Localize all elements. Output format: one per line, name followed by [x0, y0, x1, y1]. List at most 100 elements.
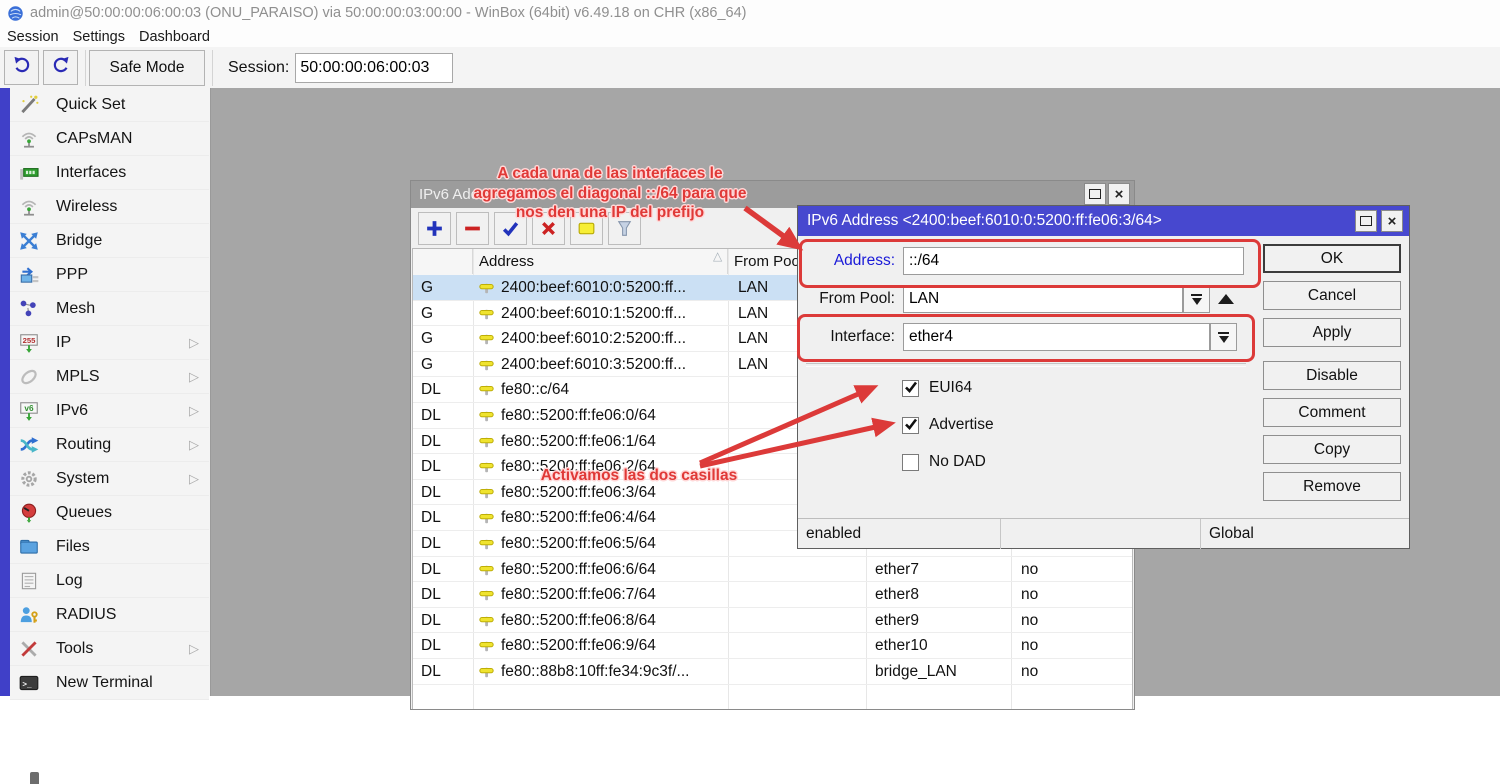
sidebar-item-capsman[interactable]: CAPsMAN	[10, 122, 209, 156]
interface-dropdown-button[interactable]	[1210, 323, 1237, 351]
dialog-maximize-button[interactable]	[1355, 210, 1377, 232]
bridge-icon	[18, 230, 40, 252]
address-cell: 2400:beef:6010:0:5200:ff...	[501, 275, 729, 300]
copy-button[interactable]: Copy	[1263, 435, 1401, 464]
address-cell: fe80::5200:ff:fe06:6/64	[501, 557, 729, 582]
sidebar-item-new-terminal[interactable]: >_New Terminal	[10, 666, 209, 700]
table-row[interactable]: DLfe80::5200:ff:fe06:9/64ether10no	[413, 633, 1132, 659]
advertise-cell: no	[1021, 633, 1129, 658]
sidebar-item-quick-set[interactable]: Quick Set	[10, 88, 209, 122]
sidebar-item-label: Mesh	[56, 300, 95, 318]
sidebar-item-wireless[interactable]: Wireless	[10, 190, 209, 224]
mpls-icon	[18, 366, 40, 388]
dialog-close-button[interactable]: ×	[1381, 210, 1403, 232]
status-enabled: enabled	[798, 519, 1001, 549]
column-header-flags[interactable]	[413, 249, 473, 274]
flags-cell: DL	[421, 531, 471, 556]
flags-cell: DL	[421, 608, 471, 633]
sidebar-item-log[interactable]: Log	[10, 564, 209, 598]
from-pool-field-input[interactable]	[903, 285, 1183, 313]
safe-mode-button[interactable]: Safe Mode	[89, 50, 205, 86]
advertise-checkbox[interactable]	[902, 417, 919, 434]
toolbar-separator	[85, 50, 86, 86]
interface-cell: ether7	[875, 557, 1010, 582]
flags-cell: DL	[421, 377, 471, 402]
address-cell: fe80::5200:ff:fe06:4/64	[501, 505, 729, 530]
menubar: Session Settings Dashboard	[0, 26, 1500, 47]
svg-text:v6: v6	[24, 404, 34, 413]
no-dad-checkbox[interactable]	[902, 454, 919, 471]
sidebar-item-partial[interactable]	[30, 772, 39, 784]
eui64-checkbox-row: EUI64	[902, 378, 972, 398]
sidebar-item-ipv6[interactable]: v6IPv6▷	[10, 394, 209, 428]
list-maximize-button[interactable]	[1084, 183, 1106, 205]
remove-button[interactable]: Remove	[1263, 472, 1401, 501]
sidebar-item-mesh[interactable]: Mesh	[10, 292, 209, 326]
sidebar-item-label: IPv6	[56, 402, 88, 420]
ipv6-address-icon	[477, 432, 497, 452]
flags-cell: DL	[421, 505, 471, 530]
dialog-titlebar[interactable]: IPv6 Address <2400:beef:6010:0:5200:ff:f…	[798, 206, 1409, 236]
list-close-button[interactable]: ×	[1108, 183, 1130, 205]
disable-button[interactable]: Disable	[1263, 361, 1401, 390]
sidebar-item-radius[interactable]: RADIUS	[10, 598, 209, 632]
ipv6-address-icon	[477, 380, 497, 400]
menu-dashboard[interactable]: Dashboard	[139, 29, 210, 45]
from-pool-collapse-arrow-icon[interactable]	[1218, 294, 1234, 304]
sort-ascending-icon[interactable]: △	[713, 249, 722, 263]
table-row[interactable]: DLfe80::5200:ff:fe06:8/64ether9no	[413, 608, 1132, 634]
dialog-title: IPv6 Address <2400:beef:6010:0:5200:ff:f…	[807, 212, 1162, 230]
svg-text:255: 255	[23, 336, 37, 345]
address-cell: fe80::5200:ff:fe06:7/64	[501, 582, 729, 607]
column-header-address[interactable]: Address	[473, 249, 728, 274]
main-toolbar: Safe Mode Session:	[0, 47, 1500, 89]
interface-field-label: Interface:	[798, 323, 895, 351]
session-input[interactable]	[295, 53, 453, 83]
from-pool-dropdown-button[interactable]	[1183, 285, 1210, 313]
interface-cell: bridge_LAN	[875, 659, 1010, 684]
menu-session[interactable]: Session	[7, 29, 59, 45]
comment-button[interactable]: Comment	[1263, 398, 1401, 427]
sidebar-item-mpls[interactable]: MPLS▷	[10, 360, 209, 394]
table-row[interactable]: DLfe80::5200:ff:fe06:7/64ether8no	[413, 582, 1132, 608]
ipv6-address-icon	[477, 457, 497, 477]
sidebar-item-files[interactable]: Files	[10, 530, 209, 564]
redo-button[interactable]	[43, 50, 78, 85]
address-field-input[interactable]	[903, 247, 1244, 275]
flags-cell: DL	[421, 557, 471, 582]
sidebar-item-label: Log	[56, 572, 83, 590]
flags-cell: DL	[421, 659, 471, 684]
sidebar-item-routing[interactable]: Routing▷	[10, 428, 209, 462]
apply-button[interactable]: Apply	[1263, 318, 1401, 347]
advertise-checkbox-row: Advertise	[902, 415, 994, 435]
ipv6-address-icon	[477, 355, 497, 375]
table-row[interactable]: DLfe80::88b8:10ff:fe34:9c3f/...bridge_LA…	[413, 659, 1132, 685]
annotation-note-prefix: A cada una de las interfaces le agregamo…	[415, 164, 805, 223]
sidebar-item-tools[interactable]: Tools▷	[10, 632, 209, 666]
table-row[interactable]: DLfe80::5200:ff:fe06:6/64ether7no	[413, 557, 1132, 583]
sidebar-item-ip[interactable]: 255IP▷	[10, 326, 209, 360]
ipv6-address-icon	[477, 662, 497, 682]
sidebar-item-queues[interactable]: Queues	[10, 496, 209, 530]
close-icon: ×	[1115, 187, 1124, 202]
sidebar-item-bridge[interactable]: Bridge	[10, 224, 209, 258]
cancel-button[interactable]: Cancel	[1263, 281, 1401, 310]
sidebar-item-ppp[interactable]: PPP	[10, 258, 209, 292]
svg-text:>_: >_	[22, 681, 32, 689]
tools-icon	[18, 638, 40, 660]
undo-button[interactable]	[4, 50, 39, 85]
sidebar-item-label: PPP	[56, 266, 88, 284]
interface-cell: ether9	[875, 608, 1010, 633]
submenu-arrow-icon: ▷	[189, 335, 199, 351]
menu-settings[interactable]: Settings	[73, 29, 125, 45]
radius-icon	[18, 604, 40, 626]
submenu-arrow-icon: ▷	[189, 471, 199, 487]
log-icon	[18, 570, 40, 592]
sidebar-item-label: Routing	[56, 436, 111, 454]
ok-button[interactable]: OK	[1263, 244, 1401, 273]
eui64-checkbox[interactable]	[902, 380, 919, 397]
sidebar-item-interfaces[interactable]: Interfaces	[10, 156, 209, 190]
sidebar-item-system[interactable]: System▷	[10, 462, 209, 496]
interface-field-input[interactable]	[903, 323, 1210, 351]
sidebar-item-label: Queues	[56, 504, 112, 522]
